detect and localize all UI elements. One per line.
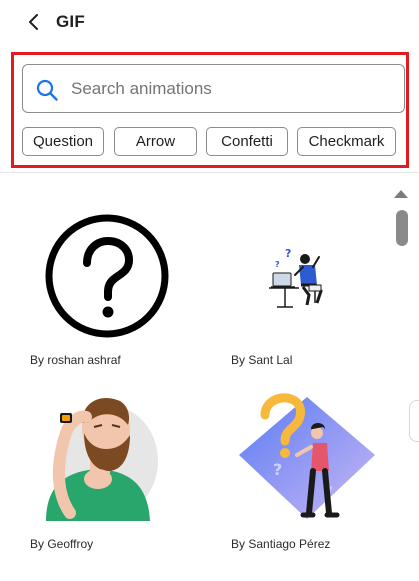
chevron-left-icon — [29, 14, 38, 30]
result-author: By roshan ashraf — [30, 353, 121, 367]
header: GIF — [0, 0, 419, 46]
scroll-up-arrow-icon[interactable] — [394, 190, 408, 198]
scrollbar[interactable] — [388, 188, 416, 581]
suggestion-chips: Question Arrow Confetti Checkmark — [22, 127, 406, 156]
chip-confetti[interactable]: Confetti — [206, 127, 288, 156]
chip-checkmark[interactable]: Checkmark — [297, 127, 396, 156]
results-grid: By roshan ashraf ? ? By Sant Lal By Geof… — [0, 173, 385, 581]
result-card[interactable]: ? ? By Sant Lal — [231, 213, 385, 373]
page-title: GIF — [56, 12, 85, 31]
person-at-laptop-thumbnail: ? ? — [269, 247, 323, 308]
search-field[interactable] — [22, 64, 405, 113]
result-card[interactable]: ? ? By Santiago Pérez — [231, 393, 385, 553]
result-author: By Santiago Pérez — [231, 537, 331, 551]
question-mark-circle-thumbnail — [45, 214, 169, 338]
bearded-man-thinking-thumbnail — [46, 397, 158, 521]
svg-text:?: ? — [275, 260, 280, 269]
man-with-question-mark-thumbnail: ? ? — [239, 393, 375, 519]
search-icon — [36, 79, 58, 101]
side-panel-tab[interactable] — [409, 400, 419, 442]
result-card[interactable]: By roshan ashraf — [30, 213, 190, 373]
chip-question[interactable]: Question — [22, 127, 104, 156]
result-author: By Sant Lal — [231, 353, 293, 367]
scroll-thumb[interactable] — [396, 210, 408, 246]
result-author: By Geoffroy — [30, 537, 94, 551]
svg-text:?: ? — [285, 247, 291, 260]
back-button[interactable] — [22, 10, 46, 34]
svg-text:?: ? — [273, 460, 282, 479]
chip-arrow[interactable]: Arrow — [114, 127, 197, 156]
search-input[interactable] — [71, 66, 391, 111]
result-card[interactable]: By Geoffroy — [30, 393, 190, 553]
